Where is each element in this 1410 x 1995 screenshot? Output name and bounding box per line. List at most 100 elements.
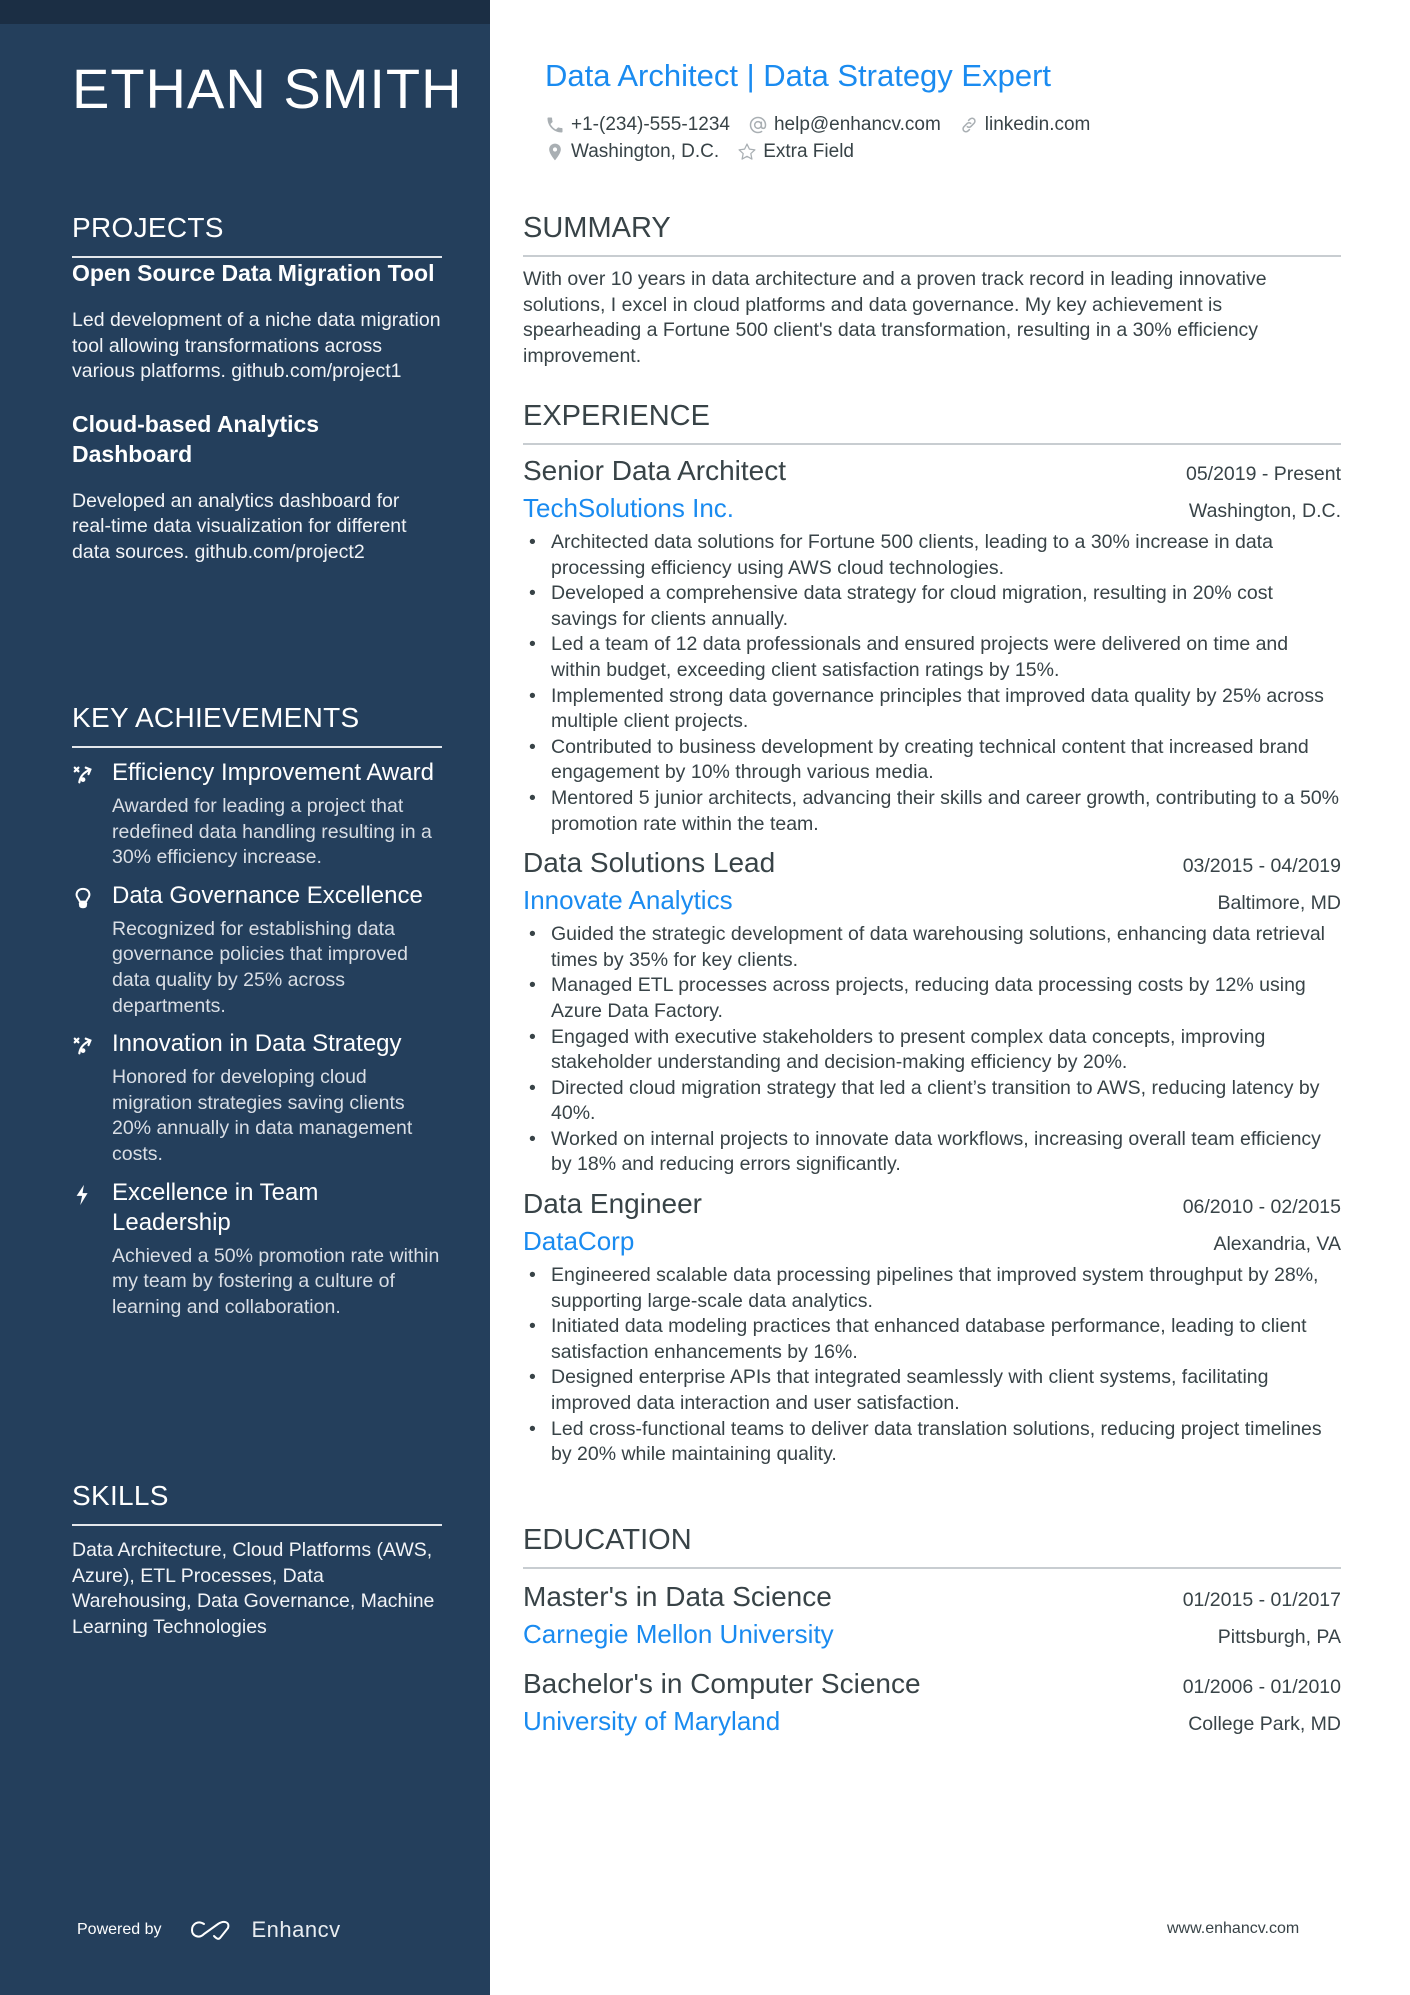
location-value: Washington, D.C. bbox=[571, 141, 720, 162]
job-bullet: Architected data solutions for Fortune 5… bbox=[523, 530, 1341, 581]
section-divider bbox=[523, 1567, 1341, 1569]
website-link[interactable]: www.enhancv.com bbox=[1167, 1920, 1299, 1938]
job-bullet: Mentored 5 junior architects, advancing … bbox=[523, 786, 1341, 837]
enhancv-brand: Enhancv bbox=[251, 1917, 341, 1942]
job-bullets: Guided the strategic development of data… bbox=[523, 922, 1341, 1178]
job-dates: 06/2010 - 02/2015 bbox=[1182, 1196, 1341, 1219]
contact-email[interactable]: help@enhancv.com bbox=[748, 114, 941, 136]
summary-heading: SUMMARY bbox=[523, 212, 671, 244]
project-item: Open Source Data Migration Tool Led deve… bbox=[72, 258, 442, 385]
achievement-item: Excellence in Team Leadership Achieved a… bbox=[72, 1178, 442, 1321]
job-entry: Data Engineer 06/2010 - 02/2015 DataCorp… bbox=[523, 1188, 1341, 1468]
job-entry: Senior Data Architect 05/2019 - Present … bbox=[523, 455, 1341, 837]
job-location: Baltimore, MD bbox=[1217, 892, 1341, 915]
job-title: Data Engineer bbox=[523, 1188, 703, 1220]
education-dates: 01/2006 - 01/2010 bbox=[1182, 1676, 1341, 1698]
phone-value: +1-(234)-555-1234 bbox=[571, 114, 730, 135]
achievement-item: Efficiency Improvement Award Awarded for… bbox=[72, 758, 442, 871]
job-bullet: Led cross-functional teams to deliver da… bbox=[523, 1417, 1341, 1468]
section-divider bbox=[72, 746, 442, 748]
job-bullets: Architected data solutions for Fortune 5… bbox=[523, 530, 1341, 837]
job-bullet: Implemented strong data governance princ… bbox=[523, 684, 1341, 735]
job-location: Alexandria, VA bbox=[1213, 1233, 1341, 1256]
skills-heading: SKILLS bbox=[72, 1480, 169, 1511]
achievement-title: Efficiency Improvement Award bbox=[112, 759, 434, 786]
education-entry: Master's in Data Science 01/2015 - 01/20… bbox=[523, 1581, 1341, 1650]
achievement-item: Innovation in Data Strategy Honored for … bbox=[72, 1029, 442, 1167]
headline: Data Architect | Data Strategy Expert bbox=[545, 58, 1052, 93]
job-entry: Data Solutions Lead 03/2015 - 04/2019 In… bbox=[523, 847, 1341, 1178]
project-title: Cloud-based Analytics Dashboard bbox=[72, 410, 320, 467]
experience-section: EXPERIENCE Senior Data Architect 05/2019… bbox=[523, 400, 1341, 1468]
section-divider bbox=[523, 443, 1341, 445]
contact-link[interactable]: linkedin.com bbox=[959, 114, 1091, 136]
summary-text: With over 10 years in data architecture … bbox=[523, 268, 1267, 367]
project-item: Cloud-based Analytics Dashboard Develope… bbox=[72, 409, 442, 566]
job-bullet: Guided the strategic development of data… bbox=[523, 922, 1341, 973]
job-bullet: Developed a comprehensive data strategy … bbox=[523, 581, 1341, 632]
job-title: Senior Data Architect bbox=[523, 455, 787, 486]
job-dates: 03/2015 - 04/2019 bbox=[1182, 855, 1341, 878]
job-bullet: Designed enterprise APIs that integrated… bbox=[523, 1365, 1341, 1416]
achievement-item: Data Governance Excellence Recognized fo… bbox=[72, 881, 442, 1019]
contact-extra: Extra Field bbox=[737, 141, 854, 163]
strategy-arrow-icon bbox=[72, 1029, 112, 1167]
section-divider bbox=[523, 255, 1341, 257]
contact-row: Washington, D.C. Extra Field bbox=[545, 141, 872, 163]
project-description: Developed an analytics dashboard for rea… bbox=[72, 489, 407, 563]
education-section: EDUCATION Master's in Data Science 01/20… bbox=[523, 1524, 1341, 1737]
job-bullet: Led a team of 12 data professionals and … bbox=[523, 632, 1341, 683]
job-title: Data Solutions Lead bbox=[523, 847, 776, 879]
experience-heading: EXPERIENCE bbox=[523, 400, 710, 432]
job-bullet: Engaged with executive stakeholders to p… bbox=[523, 1025, 1341, 1076]
achievement-title: Innovation in Data Strategy bbox=[112, 1030, 402, 1058]
achievement-title: Data Governance Excellence bbox=[112, 881, 423, 909]
contact-location: Washington, D.C. bbox=[545, 141, 719, 163]
contact-phone[interactable]: +1-(234)-555-1234 bbox=[545, 114, 730, 136]
job-bullet: Worked on internal projects to innovate … bbox=[523, 1127, 1341, 1178]
company-name: DataCorp bbox=[523, 1226, 635, 1257]
school-name: Carnegie Mellon University bbox=[523, 1619, 834, 1649]
link-value: linkedin.com bbox=[984, 114, 1091, 135]
project-description: Led development of a niche data migratio… bbox=[72, 309, 441, 383]
star-icon bbox=[737, 142, 757, 162]
company-name: TechSolutions Inc. bbox=[523, 493, 735, 523]
lightbulb-icon bbox=[72, 881, 112, 1019]
school-location: College Park, MD bbox=[1188, 1713, 1341, 1735]
candidate-name: ETHAN SMITH bbox=[72, 57, 463, 120]
achievement-description: Honored for developing cloud migration s… bbox=[112, 1066, 413, 1165]
school-location: Pittsburgh, PA bbox=[1217, 1626, 1341, 1648]
skills-section: SKILLS Data Architecture, Cloud Platform… bbox=[72, 1480, 442, 1640]
projects-heading: PROJECTS bbox=[72, 212, 224, 243]
job-bullet: Initiated data modeling practices that e… bbox=[523, 1314, 1341, 1365]
education-heading: EDUCATION bbox=[523, 1524, 692, 1556]
degree-title: Bachelor's in Computer Science bbox=[523, 1668, 921, 1699]
job-bullet: Directed cloud migration strategy that l… bbox=[523, 1076, 1341, 1127]
degree-title: Master's in Data Science bbox=[523, 1581, 832, 1612]
strategy-arrow-icon bbox=[72, 758, 112, 871]
job-bullet: Contributed to business development by c… bbox=[523, 735, 1341, 786]
education-dates: 01/2015 - 01/2017 bbox=[1182, 1589, 1341, 1611]
extra-field-value: Extra Field bbox=[763, 141, 854, 162]
powered-by-label: Powered by bbox=[77, 1921, 162, 1938]
phone-icon bbox=[545, 115, 565, 135]
achievement-title: Excellence in Team Leadership bbox=[112, 1178, 319, 1236]
job-bullet: Managed ETL processes across projects, r… bbox=[523, 973, 1341, 1024]
achievement-description: Awarded for leading a project that redef… bbox=[112, 795, 432, 869]
key-achievements-section: KEY ACHIEVEMENTS Efficiency Improvement … bbox=[72, 702, 442, 1320]
enhancv-logo-icon bbox=[190, 1920, 229, 1940]
powered-by-footer[interactable]: Powered by Enhancv bbox=[77, 1917, 341, 1943]
at-sign-icon bbox=[748, 115, 768, 135]
contact-row: +1-(234)-555-1234 help@enhancv.com linke… bbox=[545, 114, 1108, 136]
school-name: University of Maryland bbox=[523, 1706, 781, 1736]
projects-section: PROJECTS Open Source Data Migration Tool… bbox=[72, 212, 442, 566]
summary-section: SUMMARY With over 10 years in data archi… bbox=[523, 212, 1341, 369]
sidebar: ETHAN SMITH PROJECTS Open Source Data Mi… bbox=[0, 0, 490, 1995]
key-achievements-heading: KEY ACHIEVEMENTS bbox=[72, 702, 360, 733]
skills-list: Data Architecture, Cloud Platforms (AWS,… bbox=[72, 1539, 435, 1638]
sidebar-top-bar bbox=[0, 0, 490, 24]
email-value: help@enhancv.com bbox=[773, 114, 941, 135]
section-divider bbox=[72, 1524, 442, 1526]
achievement-description: Achieved a 50% promotion rate within my … bbox=[112, 1244, 440, 1318]
project-title: Open Source Data Migration Tool bbox=[72, 260, 435, 286]
